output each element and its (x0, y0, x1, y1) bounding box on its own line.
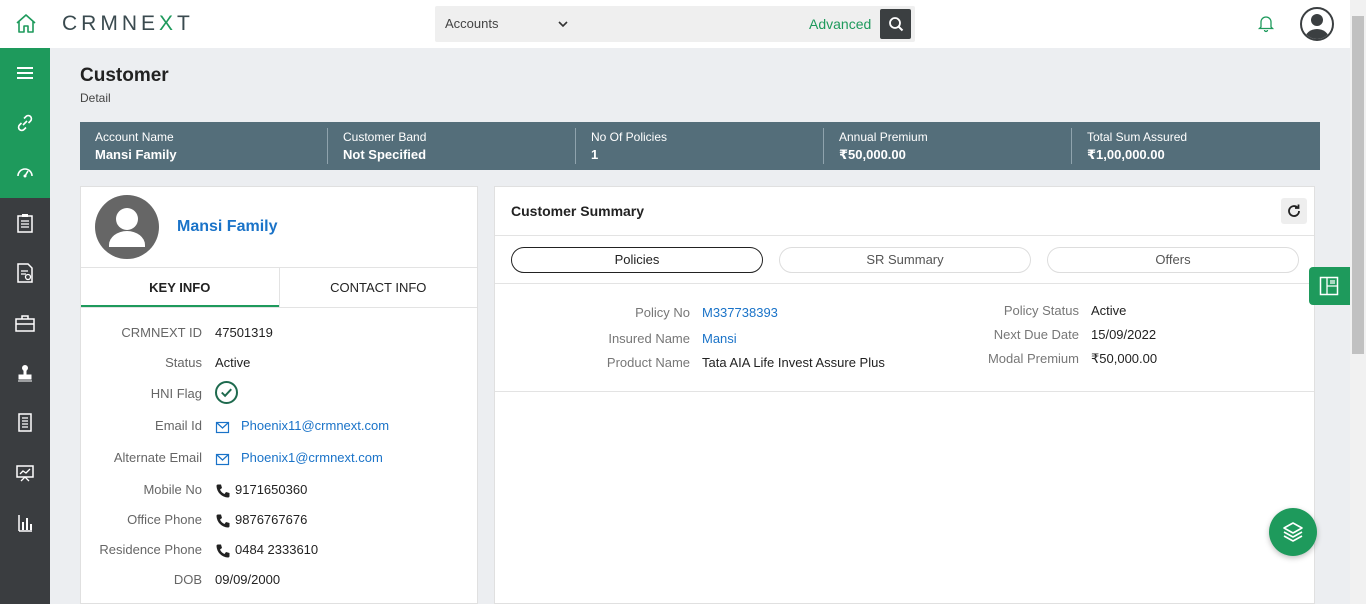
field-alternate-email: Alternate Email Phoenix1@crmnext.com (113, 450, 383, 466)
field-status: Status Active (165, 355, 251, 370)
nav-links[interactable] (0, 98, 50, 148)
global-search: Accounts Advanced (435, 6, 915, 42)
crmnext-logo[interactable]: CRMNEXT (62, 12, 194, 36)
tab-key-info[interactable]: KEY INFO (81, 268, 279, 307)
profile-card: Mansi Family KEY INFO CONTACT INFO CRMNE… (80, 186, 478, 604)
field-email: Email Id Phoenix11@crmnext.com (155, 418, 390, 434)
check-icon (215, 381, 238, 404)
presentation-icon (16, 465, 34, 482)
customer-summary-title: Customer Summary (511, 203, 645, 219)
phone-icon[interactable] (215, 483, 231, 499)
home-icon[interactable] (14, 12, 38, 36)
policy-status-row: Policy Status Active (1003, 303, 1127, 318)
chevron-down-icon (558, 21, 568, 28)
user-icon (109, 208, 145, 247)
bell-icon[interactable] (1256, 13, 1276, 33)
link-icon (17, 114, 33, 132)
pill-sr-summary[interactable]: SR Summary (779, 247, 1031, 273)
nav-presentations[interactable] (0, 448, 50, 498)
refresh-icon (1288, 204, 1300, 217)
stamp-icon (18, 365, 32, 382)
email-icon (215, 453, 230, 466)
nav-dashboard[interactable] (0, 148, 50, 198)
divider (495, 391, 1314, 392)
customer-summary-card: Customer Summary Policies SR Summary Off… (494, 186, 1315, 604)
alternate-email-link[interactable]: Phoenix1@crmnext.com (241, 450, 383, 465)
email-icon (215, 421, 230, 434)
page-subtitle: Detail (80, 91, 111, 105)
layers-icon (1283, 522, 1303, 542)
email-link[interactable]: Phoenix11@crmnext.com (241, 418, 389, 433)
tab-contact-info[interactable]: CONTACT INFO (278, 268, 478, 307)
nav-receipts[interactable] (0, 398, 50, 448)
dashboard-icon (17, 168, 33, 178)
divider (495, 283, 1314, 284)
top-bar: CRMNEXT Accounts Advanced (0, 0, 1350, 48)
layout-icon (1319, 276, 1339, 296)
bar-chart-icon (18, 515, 32, 532)
page-title: Customer (80, 65, 169, 86)
search-module-select[interactable]: Accounts (435, 6, 580, 42)
nav-tasks[interactable] (0, 198, 50, 248)
banner-no-of-policies: No Of Policies 1 (576, 122, 824, 170)
nav-approvals[interactable] (0, 348, 50, 398)
field-office-phone: Office Phone 9876767676 (127, 512, 308, 529)
advanced-search-link[interactable]: Advanced (809, 6, 871, 42)
account-summary-banner: Account Name Mansi Family Customer Band … (80, 122, 1320, 170)
nav-portfolio[interactable] (0, 298, 50, 348)
banner-account-name: Account Name Mansi Family (80, 122, 328, 170)
phone-icon[interactable] (215, 513, 231, 529)
banner-total-sum-assured: Total Sum Assured ₹1,00,000.00 (1087, 130, 1188, 162)
user-avatar[interactable] (1300, 7, 1334, 41)
divider (495, 235, 1314, 236)
profile-name[interactable]: Mansi Family (177, 218, 277, 236)
field-residence-phone: Residence Phone 0484 2333610 (99, 542, 319, 559)
hamburger-icon (17, 67, 33, 79)
field-dob: DOB 09/09/2000 (173, 572, 281, 587)
receipt-icon (18, 413, 32, 432)
profile-avatar (95, 195, 159, 259)
search-icon (889, 17, 904, 32)
layout-panel-toggle[interactable] (1309, 267, 1350, 305)
refresh-button[interactable] (1281, 198, 1307, 224)
banner-annual-premium: Annual Premium ₹50,000.00 (824, 122, 1072, 170)
search-button[interactable] (880, 9, 911, 39)
left-nav (0, 48, 50, 604)
next-due-date-row: Next Due Date 15/09/2022 (993, 327, 1157, 342)
nav-reports[interactable] (0, 498, 50, 548)
pill-policies[interactable]: Policies (511, 247, 763, 273)
field-mobile: Mobile No 9171650360 (143, 482, 308, 499)
profile-tabs: KEY INFO CONTACT INFO (81, 267, 477, 308)
briefcase-icon (15, 315, 35, 332)
nav-menu[interactable] (0, 48, 50, 98)
search-module-value: Accounts (445, 16, 499, 31)
pill-offers[interactable]: Offers (1047, 247, 1299, 273)
nav-documents[interactable] (0, 248, 50, 298)
field-hni-flag: HNI Flag (81, 381, 477, 406)
layers-fab-button[interactable] (1269, 508, 1317, 556)
modal-premium-row: Modal Premium ₹50,000.00 (987, 351, 1158, 366)
scrollbar-thumb[interactable] (1352, 16, 1364, 354)
document-icon (17, 263, 33, 283)
page-scrollbar[interactable] (1350, 0, 1366, 604)
clipboard-icon (17, 214, 33, 233)
field-crmnext-id: CRMNEXT ID 47501319 (121, 325, 273, 340)
phone-icon[interactable] (215, 543, 231, 559)
user-icon (1305, 14, 1329, 39)
banner-customer-band: Customer Band Not Specified (328, 122, 576, 170)
